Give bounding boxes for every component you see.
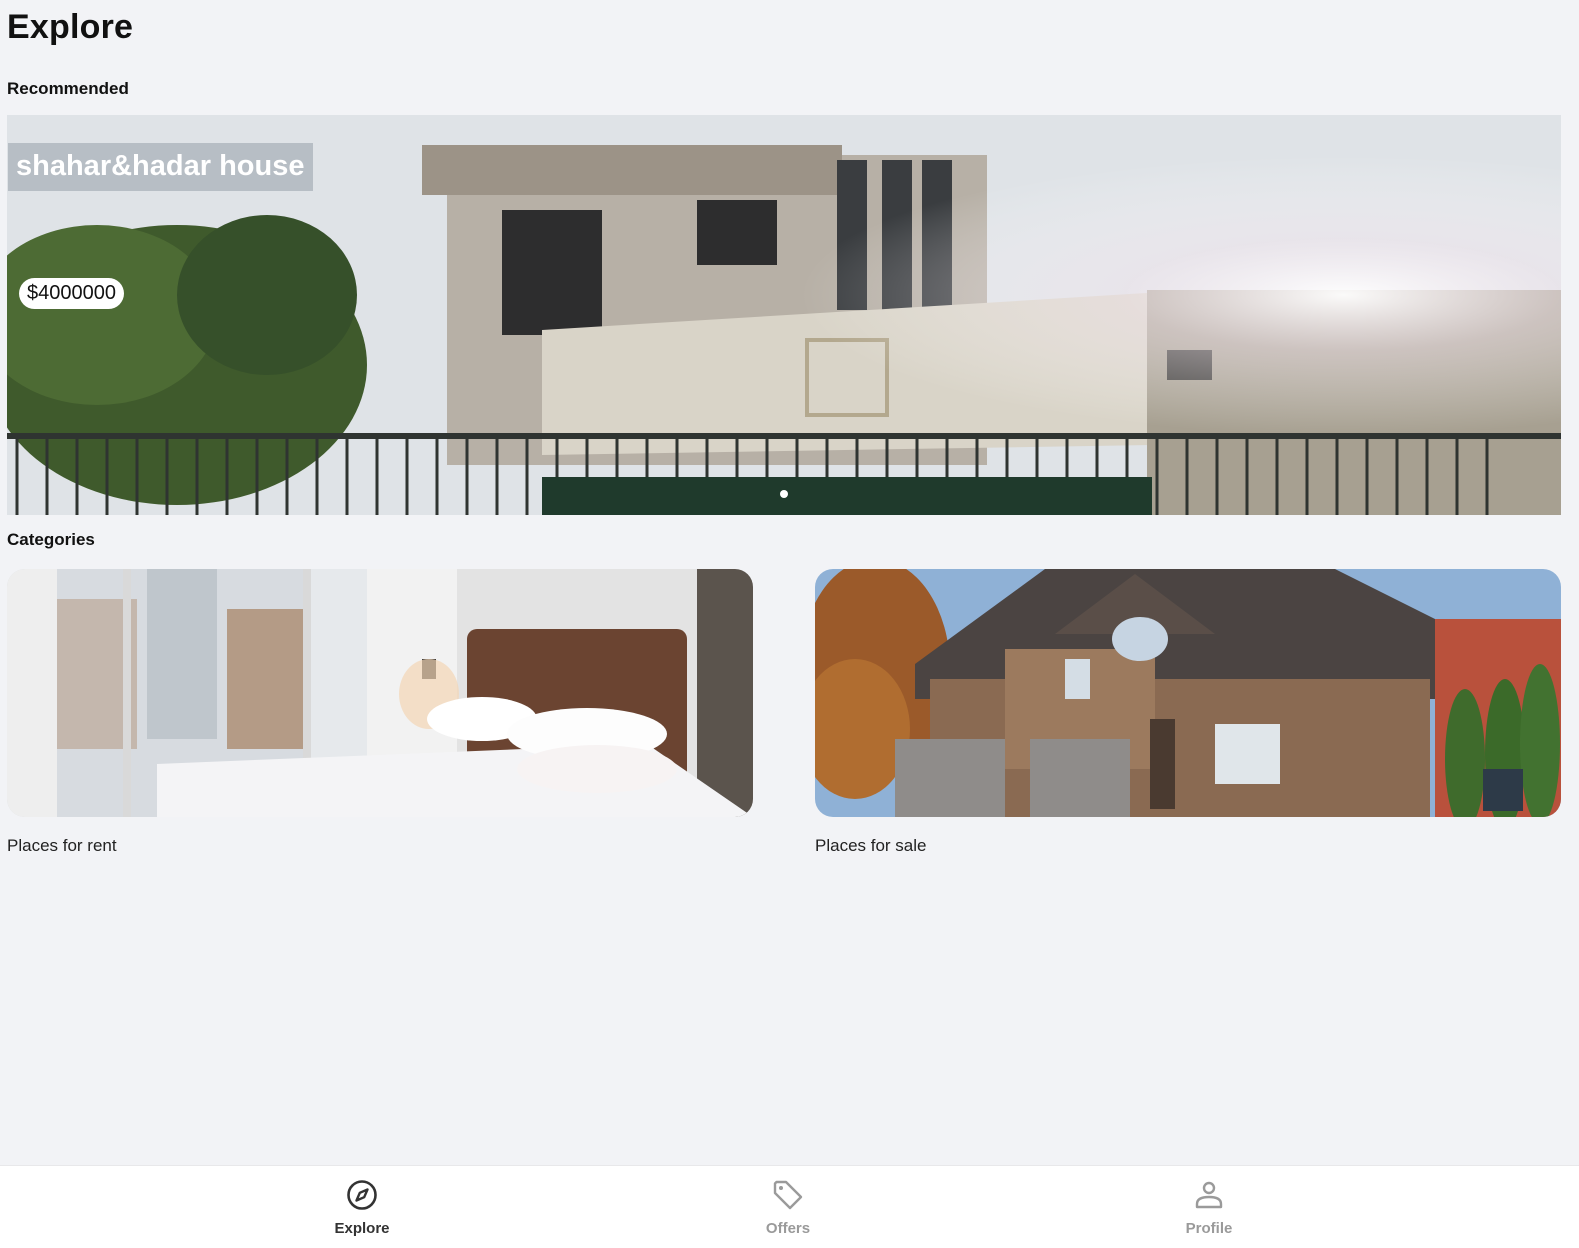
bedroom-photo[interactable] [7,569,753,817]
carousel-pagination [7,490,1561,498]
category-card-sale[interactable]: Places for sale [815,569,1561,856]
house-exterior-photo[interactable] [815,569,1561,817]
recommended-carousel[interactable]: shahar&hadar house $4000000 [7,115,1561,515]
category-label: Places for sale [815,836,927,855]
price-badge: $4000000 [19,278,124,309]
carousel-dot-active[interactable] [780,490,788,498]
nav-item-offers[interactable]: Offers [728,1178,848,1237]
nav-label: Explore [334,1220,390,1237]
nav-label: Profile [1185,1220,1233,1237]
listing-title[interactable]: shahar&hadar house [8,143,314,191]
nav-item-profile[interactable]: Profile [1149,1178,1269,1237]
bottom-navigation: Explore Offers Profile [0,1165,1579,1248]
category-card-rent[interactable]: Places for rent [7,569,753,856]
page-title: Explore [7,8,134,46]
categories-section-title: Categories [7,530,95,549]
user-icon [1192,1178,1226,1212]
recommended-section-title: Recommended [7,79,129,98]
nav-item-explore[interactable]: Explore [302,1178,422,1237]
tag-icon [771,1178,805,1212]
category-label: Places for rent [7,836,117,855]
nav-label: Offers [765,1220,811,1237]
compass-icon [345,1178,379,1212]
